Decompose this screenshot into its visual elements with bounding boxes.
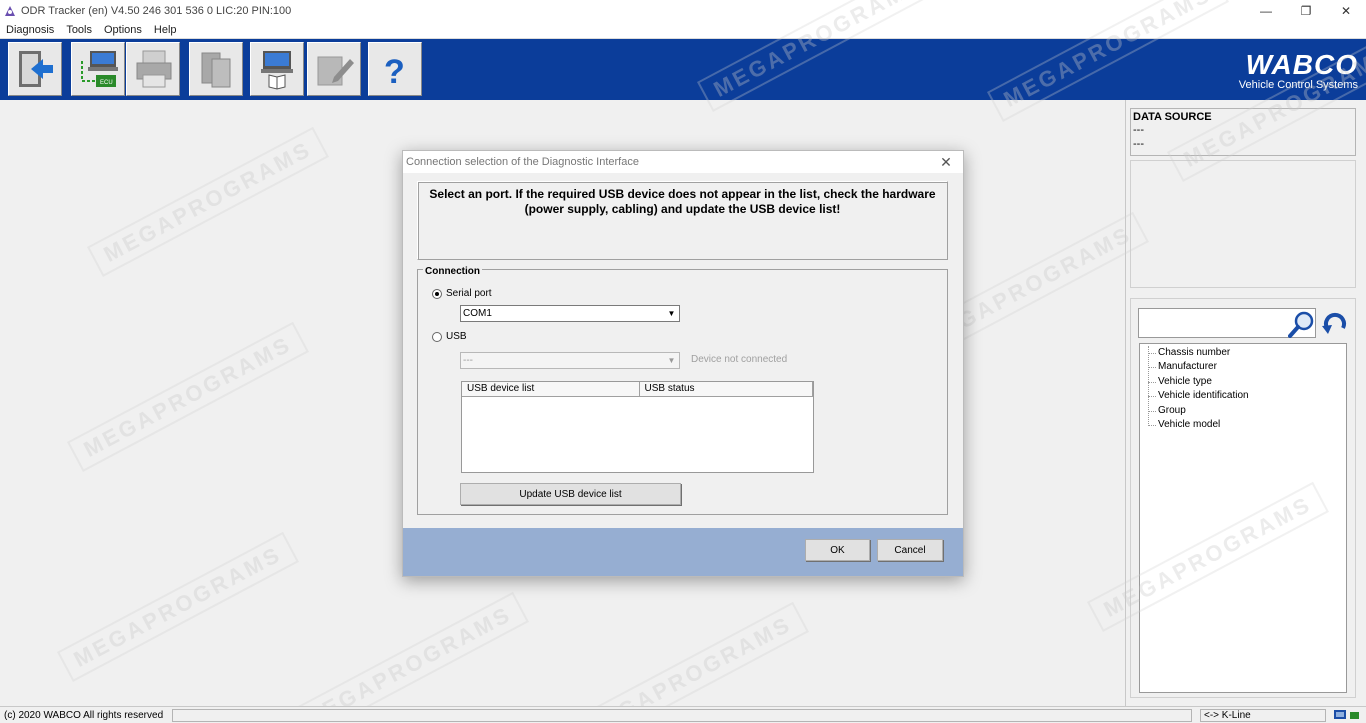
documents-icon [201,52,231,88]
tree-item-vehicle-type[interactable]: Vehicle type [1148,375,1346,389]
dialog-message: Select an port. If the required USB devi… [417,187,948,217]
exit-button[interactable] [8,42,62,96]
serial-port-radio[interactable] [432,289,442,299]
menu-diagnosis[interactable]: Diagnosis [0,24,60,36]
documents-button[interactable] [189,42,243,96]
ok-button[interactable]: OK [805,539,870,561]
laptop-manual-button[interactable] [250,42,304,96]
menu-options[interactable]: Options [98,24,148,36]
exit-icon [19,51,53,87]
menu-help[interactable]: Help [148,24,183,36]
menu-tools[interactable]: Tools [60,24,98,36]
data-source-line-2: --- [1133,138,1144,150]
chevron-down-icon: ▼ [667,309,676,318]
data-source-panel: DATA SOURCE --- --- [1130,108,1356,156]
menu-bar: Diagnosis Tools Options Help [0,21,1366,39]
tree-item-vehicle-identification[interactable]: Vehicle identification [1148,389,1346,403]
laptop-manual-icon [261,51,293,90]
dialog-close-icon[interactable]: ✕ [937,153,955,171]
dialog-title: Connection selection of the Diagnostic I… [403,151,963,173]
window-title: ODR Tracker (en) V4.50 246 301 536 0 LIC… [21,4,292,17]
update-usb-list-button[interactable]: Update USB device list [460,483,681,505]
data-source-title: DATA SOURCE [1133,111,1212,123]
search-criteria-tree: Chassis number Manufacturer Vehicle type… [1139,343,1347,693]
usb-device-list[interactable]: USB device list USB status [461,381,814,473]
edit-icon [317,56,354,86]
chevron-down-icon: ▼ [667,356,676,365]
cancel-button[interactable]: Cancel [877,539,943,561]
usb-device-column-header[interactable]: USB device list [462,382,640,396]
interface-status-icon [1334,710,1359,719]
connection-status: <-> K-Line [1200,709,1326,722]
wabco-logo: WABCO Vehicle Control Systems [1239,51,1358,92]
print-button[interactable] [126,42,180,96]
title-bar: ODR Tracker (en) V4.50 246 301 536 0 LIC… [0,0,1366,21]
dialog-message-line-1: Select an port. If the required USB devi… [429,187,936,201]
usb-device-select[interactable]: --- ▼ [460,352,680,369]
copyright-text: (c) 2020 WABCO All rights reserved [4,709,164,721]
dialog-message-line-2: (power supply, cabling) and update the U… [524,202,841,216]
usb-device-value: --- [463,355,473,366]
edit-button[interactable] [307,42,361,96]
reset-icon[interactable] [1320,308,1350,338]
help-icon: ? [384,53,405,91]
connection-group-title: Connection [423,266,482,277]
usb-radio[interactable] [432,332,442,342]
toolbar: ECU ? WABCO Vehicle Control Systems [0,39,1366,100]
usb-list-header: USB device list USB status [462,382,813,397]
ecu-connect-button[interactable]: ECU [71,42,125,96]
tree-item-chassis-number[interactable]: Chassis number [1148,346,1346,360]
minimize-button[interactable]: — [1246,0,1286,21]
usb-label: USB [446,331,467,342]
close-button[interactable]: ✕ [1326,0,1366,21]
status-bar: (c) 2020 WABCO All rights reserved <-> K… [0,706,1366,723]
serial-port-select[interactable]: COM1 ▼ [460,305,680,322]
svg-text:ECU: ECU [100,80,113,86]
restore-button[interactable]: ❐ [1286,0,1326,21]
connection-dialog: Connection selection of the Diagnostic I… [402,150,964,577]
usb-status-column-header[interactable]: USB status [640,382,813,396]
search-icon[interactable] [1288,310,1316,338]
tree-item-group[interactable]: Group [1148,404,1346,418]
tree-item-vehicle-model[interactable]: Vehicle model [1148,418,1346,432]
ecu-connect-icon: ECU [81,51,118,87]
app-icon [5,5,15,16]
brand-name: WABCO [1245,49,1358,80]
brand-tagline: Vehicle Control Systems [1238,79,1358,91]
help-button[interactable]: ? [368,42,422,96]
data-source-line-1: --- [1133,124,1144,136]
serial-port-label: Serial port [446,288,492,299]
svg-text:?: ? [384,53,405,91]
tree-item-manufacturer[interactable]: Manufacturer [1148,360,1346,374]
print-icon [136,50,172,88]
usb-device-status: Device not connected [691,354,788,365]
status-segment [172,708,1192,722]
info-panel [1130,160,1356,288]
serial-port-value: COM1 [463,308,492,319]
